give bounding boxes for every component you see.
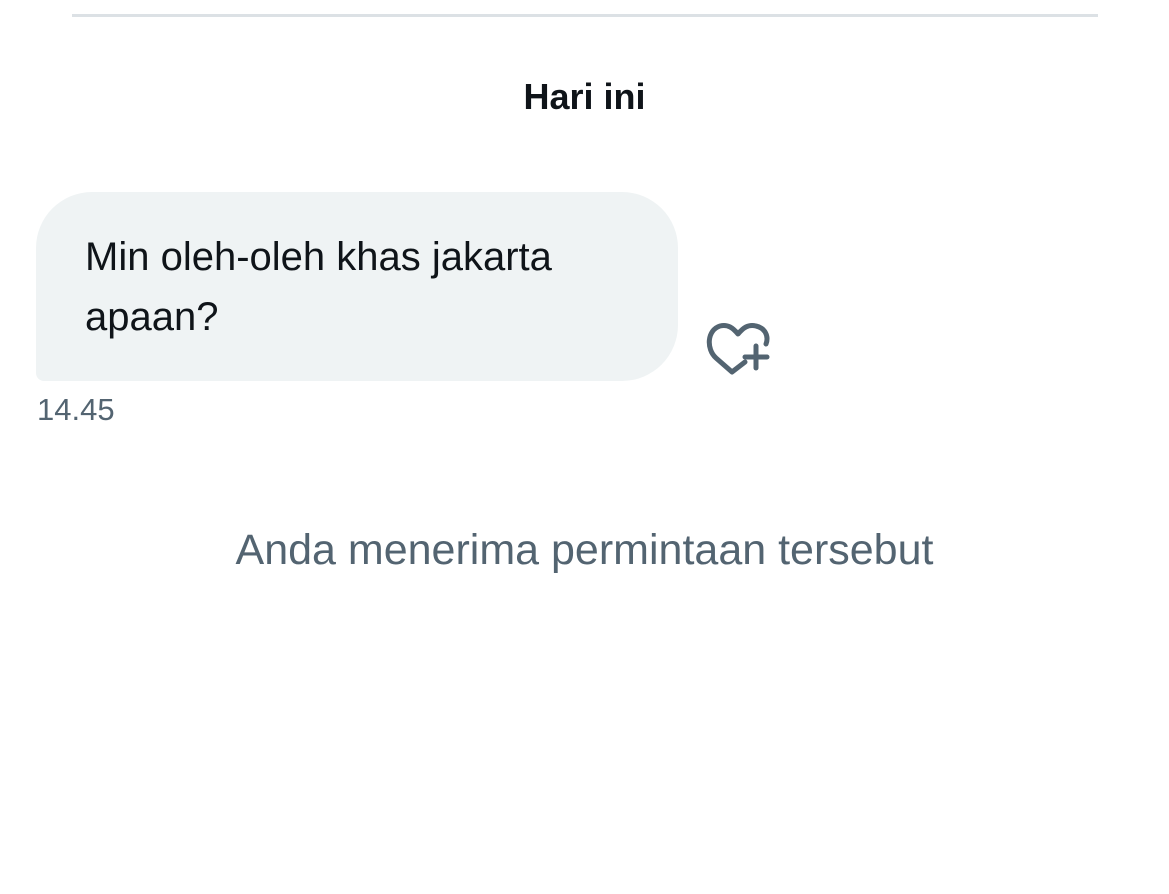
- request-status-text: Anda menerima permintaan tersebut: [235, 526, 934, 574]
- top-divider: [72, 14, 1098, 17]
- heart-plus-icon: [703, 316, 773, 376]
- message-timestamp: 14.45: [37, 392, 115, 427]
- message-bubble[interactable]: Min oleh-oleh khas jakarta apaan?: [36, 192, 678, 381]
- date-separator: Hari ini: [523, 76, 646, 117]
- add-reaction-button[interactable]: [703, 316, 773, 376]
- message-text: Min oleh-oleh khas jakarta apaan?: [85, 235, 552, 339]
